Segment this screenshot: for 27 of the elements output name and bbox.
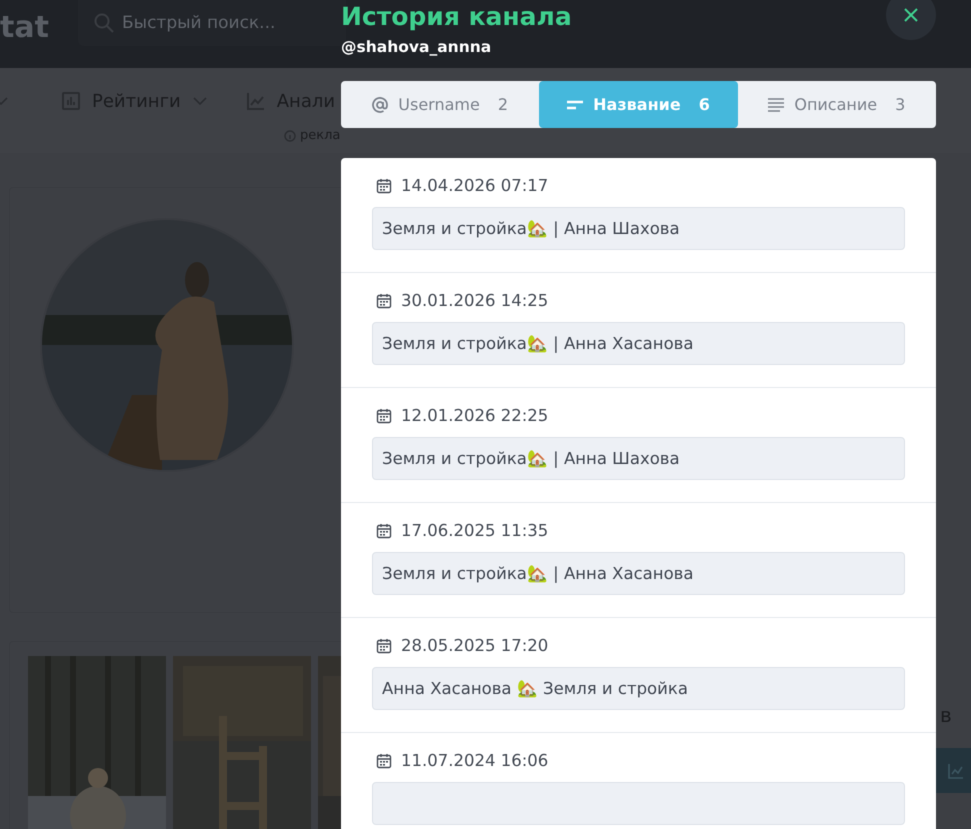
logo: tat [0,10,50,45]
calendar-icon [376,408,392,424]
filter-tab[interactable]: Название 6 [539,81,738,128]
name-value: Земля и стройка🏡 | Анна Шахова [372,437,905,480]
name-value: Земля и стройка🏡 | Анна Шахова [372,207,905,250]
filter-tab[interactable]: Описание 3 [738,81,936,128]
filter-tab[interactable]: Username 2 [341,81,540,128]
entry-date: 30.01.2026 14:25 [401,291,548,310]
calendar-icon [376,638,392,654]
entry-date: 14.04.2026 07:17 [401,176,548,195]
calendar-icon [376,178,392,194]
entry-date: 17.06.2025 11:35 [401,521,548,540]
name-value: Земля и стройка🏡 | Анна Хасанова [372,552,905,595]
entry-date: 12.01.2026 22:25 [401,406,548,425]
search-icon [94,13,114,33]
calendar-icon [376,292,392,308]
short-lines-icon [567,100,584,110]
close-icon [904,8,918,22]
entry-date: 28.05.2025 17:20 [401,636,548,655]
entry-date: 11.07.2024 16:06 [401,751,548,770]
at-icon [372,96,388,112]
calendar-icon [376,752,392,768]
line-chart-icon [948,762,964,778]
name-value: Анна Хасанова 🏡 Земля и стройка [372,667,905,710]
name-value: Земля и стройка🏡 | Анна Хасанова [372,322,905,365]
calendar-icon [376,522,392,538]
text-lines-icon [768,98,784,112]
